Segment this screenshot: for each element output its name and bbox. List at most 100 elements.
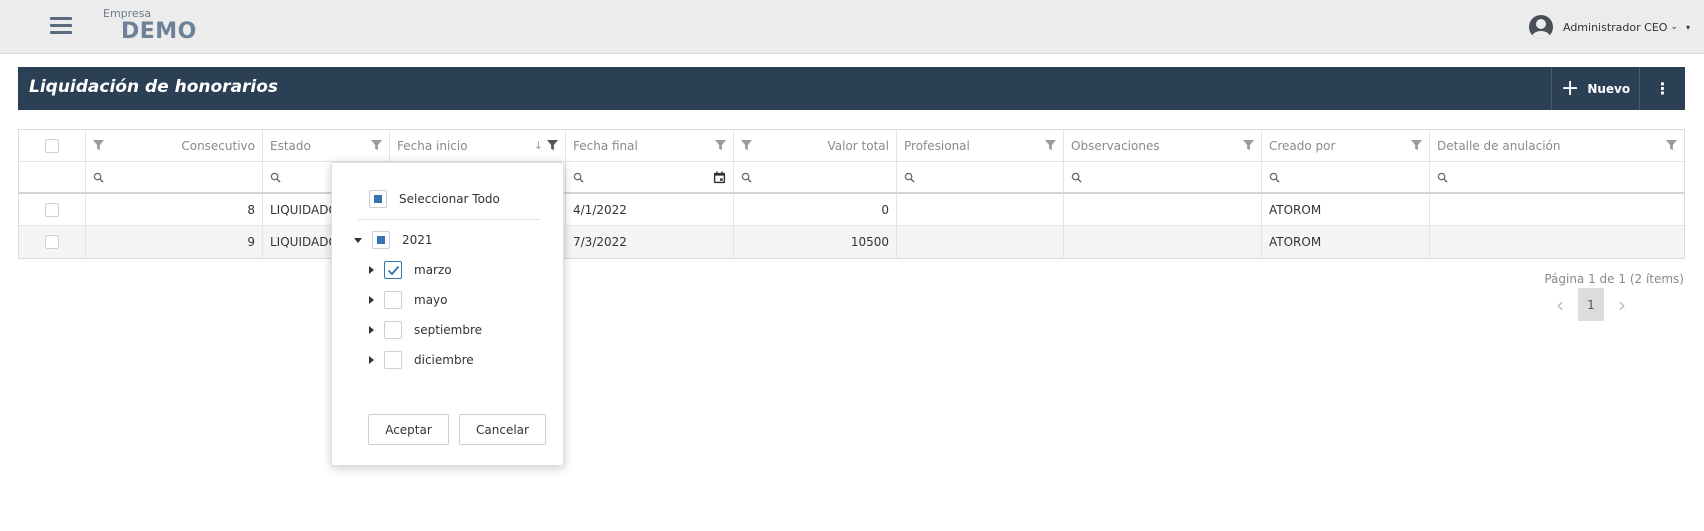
table-row[interactable]: 9 LIQUIDADO 7/3/2022 10500 ATOROM	[19, 226, 1684, 258]
column-label: Detalle de anulación	[1437, 138, 1561, 153]
month-checkbox[interactable]	[384, 291, 402, 309]
column-label: Fecha inicio	[397, 138, 468, 153]
column-label: Valor total	[827, 138, 890, 153]
year-label: 2021	[402, 233, 433, 247]
search-icon	[741, 172, 752, 183]
table-row[interactable]: 8 LIQUIDADO 4/1/2022 0 ATOROM	[19, 194, 1684, 226]
filter-icon[interactable]	[1411, 140, 1422, 151]
select-all-checkbox[interactable]	[45, 138, 59, 153]
hamburger-menu-icon[interactable]	[50, 17, 72, 35]
column-label: Fecha final	[573, 138, 638, 153]
filter-icon[interactable]	[715, 140, 726, 151]
cell-valor-total: 10500	[734, 226, 897, 258]
month-label: marzo	[414, 263, 452, 277]
cell-observaciones	[1064, 226, 1262, 258]
month-label: mayo	[414, 293, 448, 307]
filter-icon[interactable]	[1666, 140, 1677, 151]
filter-input-consecutivo[interactable]	[86, 162, 263, 192]
year-node[interactable]: 2021	[354, 229, 433, 251]
previous-page-icon[interactable]: ‹	[1548, 293, 1572, 317]
column-header-detalle-anulacion[interactable]: Detalle de anulación	[1430, 130, 1684, 161]
year-checkbox[interactable]	[372, 231, 390, 249]
column-header-profesional[interactable]: Profesional	[897, 130, 1064, 161]
cell-fecha-final: 4/1/2022	[566, 194, 734, 225]
cell-valor-total: 0	[734, 194, 897, 225]
search-icon	[1437, 172, 1448, 183]
search-icon	[270, 172, 281, 183]
filter-icon[interactable]	[93, 140, 104, 151]
filter-input-detalle-anulacion[interactable]	[1430, 162, 1684, 192]
column-header-valor-total[interactable]: Valor total	[734, 130, 897, 161]
column-header-fecha-final[interactable]: Fecha final	[566, 130, 734, 161]
month-checkbox[interactable]	[384, 321, 402, 339]
month-checkbox[interactable]	[384, 351, 402, 369]
month-node-septiembre[interactable]: septiembre	[369, 319, 482, 341]
user-avatar-icon	[1528, 15, 1553, 39]
chevron-down-icon: ⌄	[1670, 22, 1678, 32]
sort-arrow-icon[interactable]: ↓	[534, 139, 543, 152]
cancel-button[interactable]: Cancelar	[459, 414, 546, 445]
month-checkbox[interactable]	[384, 261, 402, 279]
month-label: septiembre	[414, 323, 483, 337]
filter-icon[interactable]	[371, 140, 382, 151]
next-page-icon[interactable]: ›	[1610, 293, 1634, 317]
calendar-icon[interactable]	[713, 170, 726, 184]
page-title: Liquidación de honorarios	[29, 77, 279, 97]
select-all-label: Seleccionar Todo	[399, 192, 500, 206]
column-label: Creado por	[1269, 138, 1336, 153]
select-all-cell	[19, 130, 86, 161]
filter-icon[interactable]	[1243, 140, 1254, 151]
column-header-estado[interactable]: Estado	[263, 130, 390, 161]
cell-profesional	[897, 226, 1064, 258]
column-header-consecutivo[interactable]: Consecutivo	[86, 130, 263, 161]
filter-active-icon[interactable]	[547, 140, 558, 151]
caret-down-icon[interactable]: ▾	[1686, 23, 1690, 32]
page-number-button[interactable]: 1	[1578, 288, 1604, 321]
select-all-option[interactable]: Seleccionar Todo	[369, 188, 500, 210]
plus-icon: +	[1560, 75, 1580, 101]
column-header-creado-por[interactable]: Creado por	[1262, 130, 1430, 161]
expand-down-icon[interactable]	[354, 237, 362, 243]
column-header-observaciones[interactable]: Observaciones	[1064, 130, 1262, 161]
filter-input-profesional[interactable]	[897, 162, 1064, 192]
filter-input-fecha-final[interactable]	[566, 162, 734, 192]
expand-right-icon[interactable]	[369, 296, 374, 304]
filter-input-creado-por[interactable]	[1262, 162, 1430, 192]
filter-icon[interactable]	[1045, 140, 1056, 151]
filter-icon[interactable]	[741, 140, 752, 151]
new-button-label: Nuevo	[1587, 81, 1631, 96]
cell-creado-por: ATOROM	[1262, 226, 1430, 258]
cell-observaciones	[1064, 194, 1262, 225]
header-filter-popup: Seleccionar Todo 2021 marzo mayo septiem…	[331, 162, 564, 466]
column-header-fecha-inicio[interactable]: Fecha inicio ↓	[390, 130, 566, 161]
search-icon	[904, 172, 915, 183]
more-options-button[interactable]: ⋮	[1639, 67, 1685, 110]
cell-fecha-final: 7/3/2022	[566, 226, 734, 258]
cell-detalle-anulacion	[1430, 194, 1684, 225]
select-all-checkbox[interactable]	[369, 190, 387, 208]
filter-input-observaciones[interactable]	[1064, 162, 1262, 192]
accept-button[interactable]: Aceptar	[368, 414, 449, 445]
company-name[interactable]: DEMO	[121, 19, 197, 44]
month-node-diciembre[interactable]: diciembre	[369, 349, 474, 371]
grid-filter-row	[19, 162, 1684, 194]
month-node-mayo[interactable]: mayo	[369, 289, 448, 311]
expand-right-icon[interactable]	[369, 266, 374, 274]
filter-input-valor-total[interactable]	[734, 162, 897, 192]
search-icon	[1071, 172, 1082, 183]
user-menu[interactable]: Administrador CEO ⌄ ▾	[1528, 15, 1690, 39]
expand-right-icon[interactable]	[369, 326, 374, 334]
checkmark-icon	[387, 265, 400, 276]
row-checkbox[interactable]	[45, 235, 59, 249]
new-button[interactable]: + Nuevo	[1551, 67, 1639, 110]
column-label: Estado	[270, 138, 311, 153]
row-checkbox[interactable]	[45, 202, 59, 217]
more-vertical-icon: ⋮	[1654, 79, 1671, 98]
month-node-marzo[interactable]: marzo	[369, 259, 452, 281]
filter-cell-empty	[19, 162, 86, 192]
search-icon	[93, 172, 104, 183]
expand-right-icon[interactable]	[369, 356, 374, 364]
search-icon	[1269, 172, 1280, 183]
cell-consecutivo: 8	[86, 194, 263, 225]
grid-header-row: Consecutivo Estado Fecha inicio ↓ Fecha …	[19, 130, 1684, 162]
